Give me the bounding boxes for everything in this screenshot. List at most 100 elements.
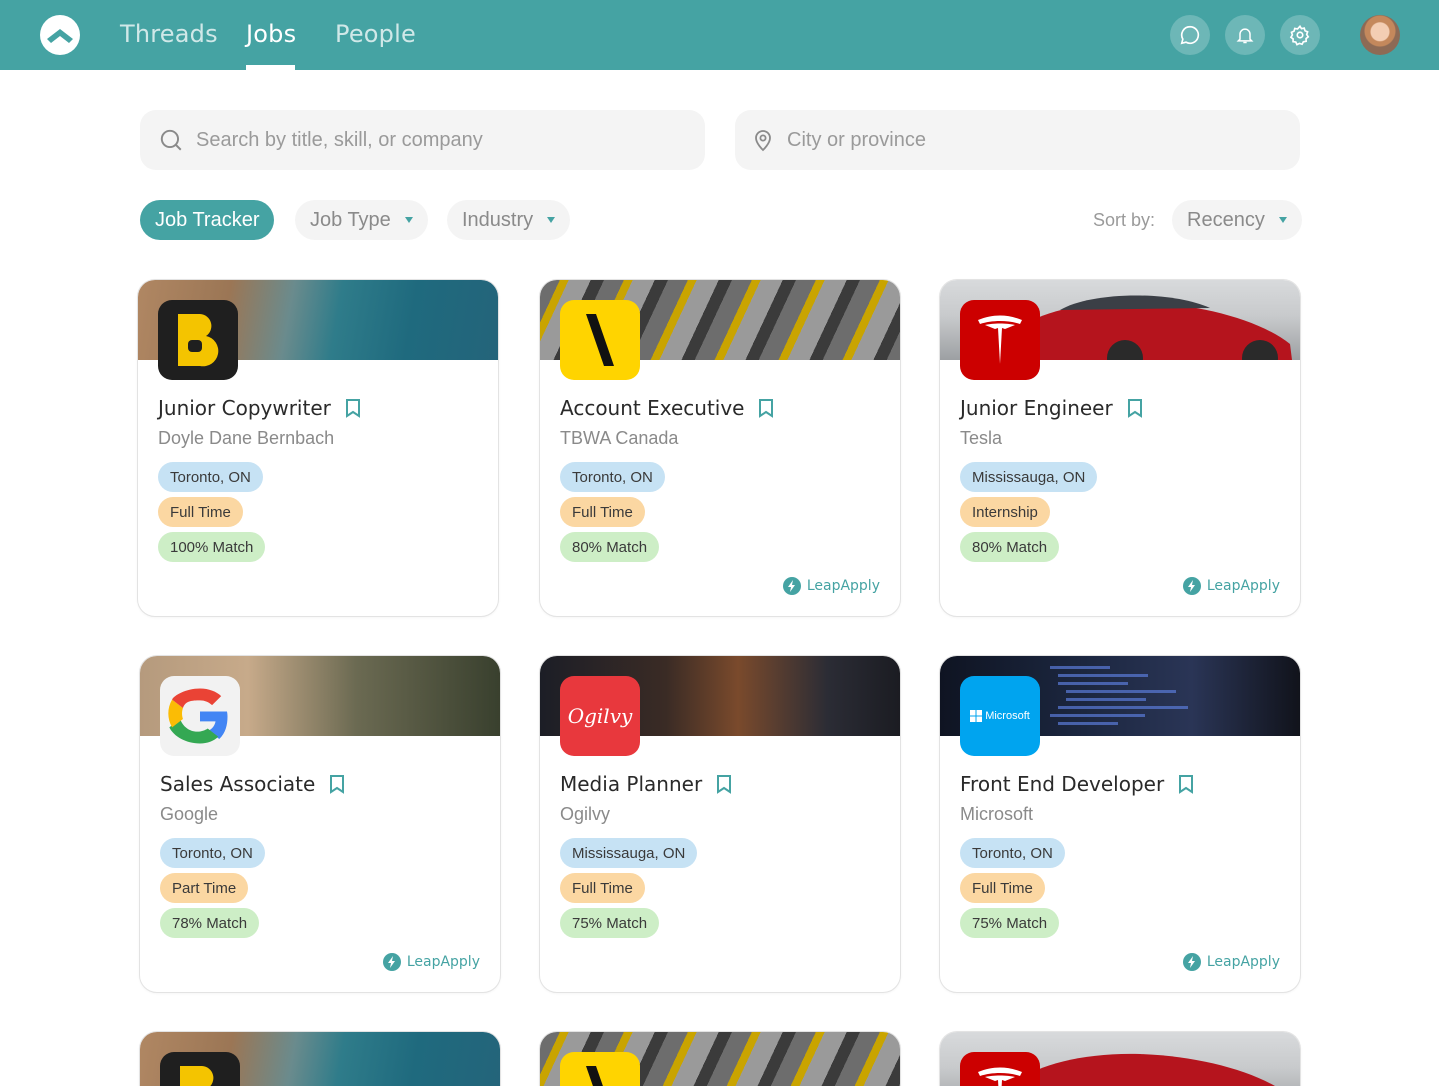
location-tag: Toronto, ON <box>160 838 265 868</box>
job-type-tag: Full Time <box>560 497 645 527</box>
match-tag: 78% Match <box>160 908 260 938</box>
location-tag: Toronto, ON <box>158 462 263 492</box>
lightning-icon <box>1182 953 1201 971</box>
job-type-tag: Part Time <box>160 873 249 903</box>
bookmark-icon[interactable] <box>1127 398 1143 418</box>
search-icon <box>160 129 182 151</box>
job-title[interactable]: Junior Copywriter <box>158 396 361 420</box>
job-title-text: Junior Copywriter <box>158 396 331 420</box>
ddb-logo-icon <box>178 314 219 367</box>
company-name: Tesla <box>960 428 1003 448</box>
company-name: Doyle Dane Bernbach <box>158 428 335 448</box>
location-search-input[interactable] <box>787 128 1300 152</box>
job-title[interactable]: Media Planner <box>560 772 732 796</box>
user-avatar[interactable] <box>1360 15 1400 55</box>
keyword-search-box <box>140 110 705 170</box>
location-tag: Mississauga, ON <box>960 462 1098 492</box>
keyword-search-input[interactable] <box>196 128 705 152</box>
job-card[interactable] <box>539 1031 901 1086</box>
tab-people[interactable]: People <box>335 20 416 48</box>
company-name: TBWA Canada <box>560 428 679 448</box>
job-card[interactable]: Junior Engineer Tesla Mississauga, ON In… <box>939 279 1301 617</box>
messages-button[interactable] <box>1170 15 1210 55</box>
caret-down-icon <box>1278 217 1287 223</box>
job-title-text: Account Executive <box>560 396 745 420</box>
tab-threads[interactable]: Threads <box>120 20 218 48</box>
tab-jobs[interactable]: Jobs <box>246 20 296 48</box>
industry-dropdown[interactable]: Industry <box>447 200 571 240</box>
job-title-text: Junior Engineer <box>960 396 1113 420</box>
ddb-logo-icon <box>180 1066 214 1086</box>
settings-button[interactable] <box>1280 15 1320 55</box>
location-tag: Mississauga, ON <box>560 838 698 868</box>
bookmark-icon[interactable] <box>758 398 774 418</box>
location-tag: Toronto, ON <box>960 838 1065 868</box>
match-tag: 80% Match <box>560 532 660 562</box>
company-logo-tesla <box>960 1052 1040 1086</box>
tbwa-logo-icon <box>586 314 614 366</box>
leap-apply-label: LeapApply <box>1206 954 1280 970</box>
company-name: Microsoft <box>960 804 1034 824</box>
tesla-logo-icon <box>978 315 1022 364</box>
job-type-tag: Full Time <box>960 873 1045 903</box>
sort-by-label: Sort by: <box>1093 210 1156 230</box>
lightning-icon <box>382 953 401 971</box>
gear-icon <box>1289 24 1310 46</box>
industry-label: Industry <box>462 208 534 231</box>
app-logo[interactable] <box>40 15 80 55</box>
company-name: Google <box>160 804 219 824</box>
job-title[interactable]: Account Executive <box>560 396 774 420</box>
job-type-tag: Internship <box>960 497 1050 527</box>
leap-apply-link[interactable]: LeapApply <box>782 577 880 595</box>
leap-apply-link[interactable]: LeapApply <box>1182 577 1280 595</box>
ogilvy-logo-text: Ogilvy <box>567 704 633 728</box>
sort-value: Recency <box>1187 208 1265 231</box>
job-type-dropdown[interactable]: Job Type <box>295 200 428 240</box>
windows-logo-icon <box>970 710 983 722</box>
job-card[interactable]: Junior Copywriter Doyle Dane Bernbach To… <box>137 279 499 617</box>
match-tag: 75% Match <box>960 908 1060 938</box>
job-title[interactable]: Sales Associate <box>160 772 345 796</box>
location-search-box <box>735 110 1300 170</box>
job-title[interactable]: Front End Developer <box>960 772 1194 796</box>
location-tag: Toronto, ON <box>560 462 665 492</box>
job-title-text: Sales Associate <box>160 772 316 796</box>
caret-down-icon <box>404 217 413 223</box>
bookmark-icon[interactable] <box>345 398 361 418</box>
bookmark-icon[interactable] <box>716 774 732 794</box>
company-logo-microsoft: Microsoft <box>960 676 1040 756</box>
job-card[interactable] <box>139 1031 501 1086</box>
job-tracker-label: Job Tracker <box>155 208 260 231</box>
company-name: Ogilvy <box>560 804 611 824</box>
leap-apply-link[interactable]: LeapApply <box>1182 953 1280 971</box>
chat-icon <box>1180 25 1200 45</box>
notifications-button[interactable] <box>1225 15 1265 55</box>
job-card[interactable]: Sales Associate Google Toronto, ON Part … <box>139 655 501 993</box>
sort-dropdown[interactable]: Recency <box>1172 200 1302 240</box>
bell-icon <box>1236 28 1254 44</box>
leap-apply-link[interactable]: LeapApply <box>382 953 480 971</box>
tbwa-logo-icon <box>586 1066 603 1086</box>
caret-down-icon <box>547 217 556 223</box>
bookmark-icon[interactable] <box>329 774 345 794</box>
company-logo-tbwa <box>560 1052 640 1086</box>
company-logo-google <box>160 676 240 756</box>
location-pin-icon <box>755 130 771 152</box>
job-tracker-button[interactable]: Job Tracker <box>140 200 275 240</box>
top-navigation-bar: Threads Jobs People <box>0 0 1439 70</box>
match-tag: 75% Match <box>560 908 660 938</box>
tesla-logo-icon <box>978 1067 1022 1086</box>
job-card[interactable]: Microsoft Front End Developer Microsoft … <box>939 655 1301 993</box>
job-title[interactable]: Junior Engineer <box>960 396 1143 420</box>
bookmark-icon[interactable] <box>1178 774 1194 794</box>
company-logo-tbwa <box>560 300 640 380</box>
leap-apply-label: LeapApply <box>806 578 880 594</box>
job-card[interactable]: Account Executive TBWA Canada Toronto, O… <box>539 279 901 617</box>
job-card[interactable]: Ogilvy Media Planner Ogilvy Mississauga,… <box>539 655 901 993</box>
leap-apply-label: LeapApply <box>1206 578 1280 594</box>
company-logo-ddb <box>158 300 238 380</box>
microsoft-logo-text: Microsoft <box>985 710 1030 722</box>
job-card[interactable] <box>939 1031 1301 1086</box>
company-logo-ogilvy: Ogilvy <box>560 676 640 756</box>
job-title-text: Media Planner <box>560 772 703 796</box>
